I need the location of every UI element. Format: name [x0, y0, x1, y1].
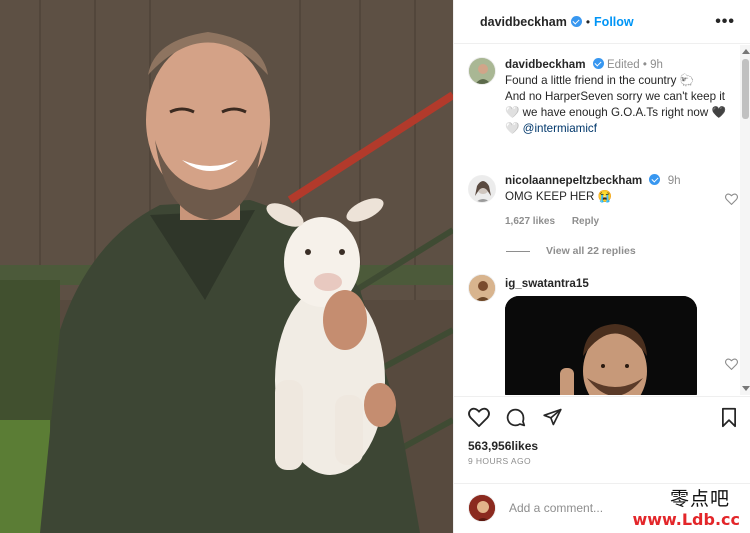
comments-scrollbar[interactable] — [740, 45, 750, 395]
more-options-icon[interactable]: ••• — [715, 13, 735, 31]
share-send-icon[interactable] — [542, 407, 563, 427]
caption-text-line1: Found a little friend in the country 🐑 — [505, 74, 695, 87]
like-comment-heart-icon[interactable] — [725, 358, 738, 370]
verified-badge-icon — [649, 174, 661, 185]
avatar[interactable] — [468, 57, 496, 85]
caption-username[interactable]: davidbeckham — [505, 58, 586, 71]
scroll-down-icon[interactable] — [742, 386, 750, 391]
follow-button[interactable]: Follow — [594, 15, 634, 29]
caption-time: 9h — [650, 59, 663, 71]
likes-count[interactable]: 563,956likes — [468, 439, 538, 453]
watermark-chinese-text: 零点吧 — [669, 488, 730, 510]
watermark-url: www.Ldb.cc — [632, 510, 740, 529]
comment-input[interactable]: Add a comment... — [509, 501, 603, 515]
mention-link[interactable]: @intermiamicf — [523, 122, 597, 135]
separator-dot: • — [585, 14, 591, 29]
scrollbar-thumb[interactable] — [742, 59, 749, 119]
like-heart-icon[interactable] — [468, 407, 490, 427]
comment-username[interactable]: ig_swatantra15 — [505, 276, 738, 292]
like-comment-heart-icon[interactable] — [725, 193, 738, 205]
comment-likes[interactable]: 1,627 likes — [505, 216, 555, 227]
separator-dot: • — [642, 59, 647, 71]
comment-bubble-icon[interactable] — [505, 407, 526, 428]
comments-list[interactable]: davidbeckham Edited • 9h Found a little … — [454, 45, 739, 395]
author-username[interactable]: davidbeckham — [480, 15, 567, 29]
post-timestamp: 9 HOURS AGO — [468, 456, 531, 466]
save-bookmark-icon[interactable] — [720, 407, 738, 428]
avatar[interactable] — [468, 175, 496, 203]
comment-item: nicolaannepeltzbeckham 9h OMG KEEP HER 😭… — [468, 173, 738, 230]
comment-image[interactable] — [505, 296, 697, 395]
action-icons — [468, 407, 738, 431]
comment-username[interactable]: nicolaannepeltzbeckham — [505, 174, 642, 187]
post-caption: davidbeckham Edited • 9h Found a little … — [468, 57, 738, 137]
verified-badge-icon — [570, 16, 582, 27]
edited-label: Edited — [607, 59, 640, 71]
verified-badge-icon — [592, 58, 604, 69]
reply-button[interactable]: Reply — [572, 216, 599, 227]
avatar — [468, 494, 496, 522]
watermark: 零点吧 www.Ldb.cc — [628, 484, 748, 532]
post-photo[interactable] — [0, 0, 453, 533]
post-header: davidbeckham • Follow ••• — [454, 0, 750, 44]
comment-text: OMG KEEP HER 😭 — [505, 190, 612, 203]
comment-actions: 1,627 likes Reply — [505, 214, 738, 230]
divider-line — [506, 250, 530, 252]
scroll-up-icon[interactable] — [742, 49, 750, 54]
comment-item: ig_swatantra15 — [468, 274, 738, 395]
post-side-panel: davidbeckham • Follow ••• davidbeckham E… — [453, 0, 750, 533]
view-all-replies[interactable]: View all 22 replies — [506, 245, 636, 257]
view-all-replies-label: View all 22 replies — [546, 245, 636, 257]
avatar[interactable] — [468, 274, 496, 302]
comment-time: 9h — [667, 174, 681, 187]
